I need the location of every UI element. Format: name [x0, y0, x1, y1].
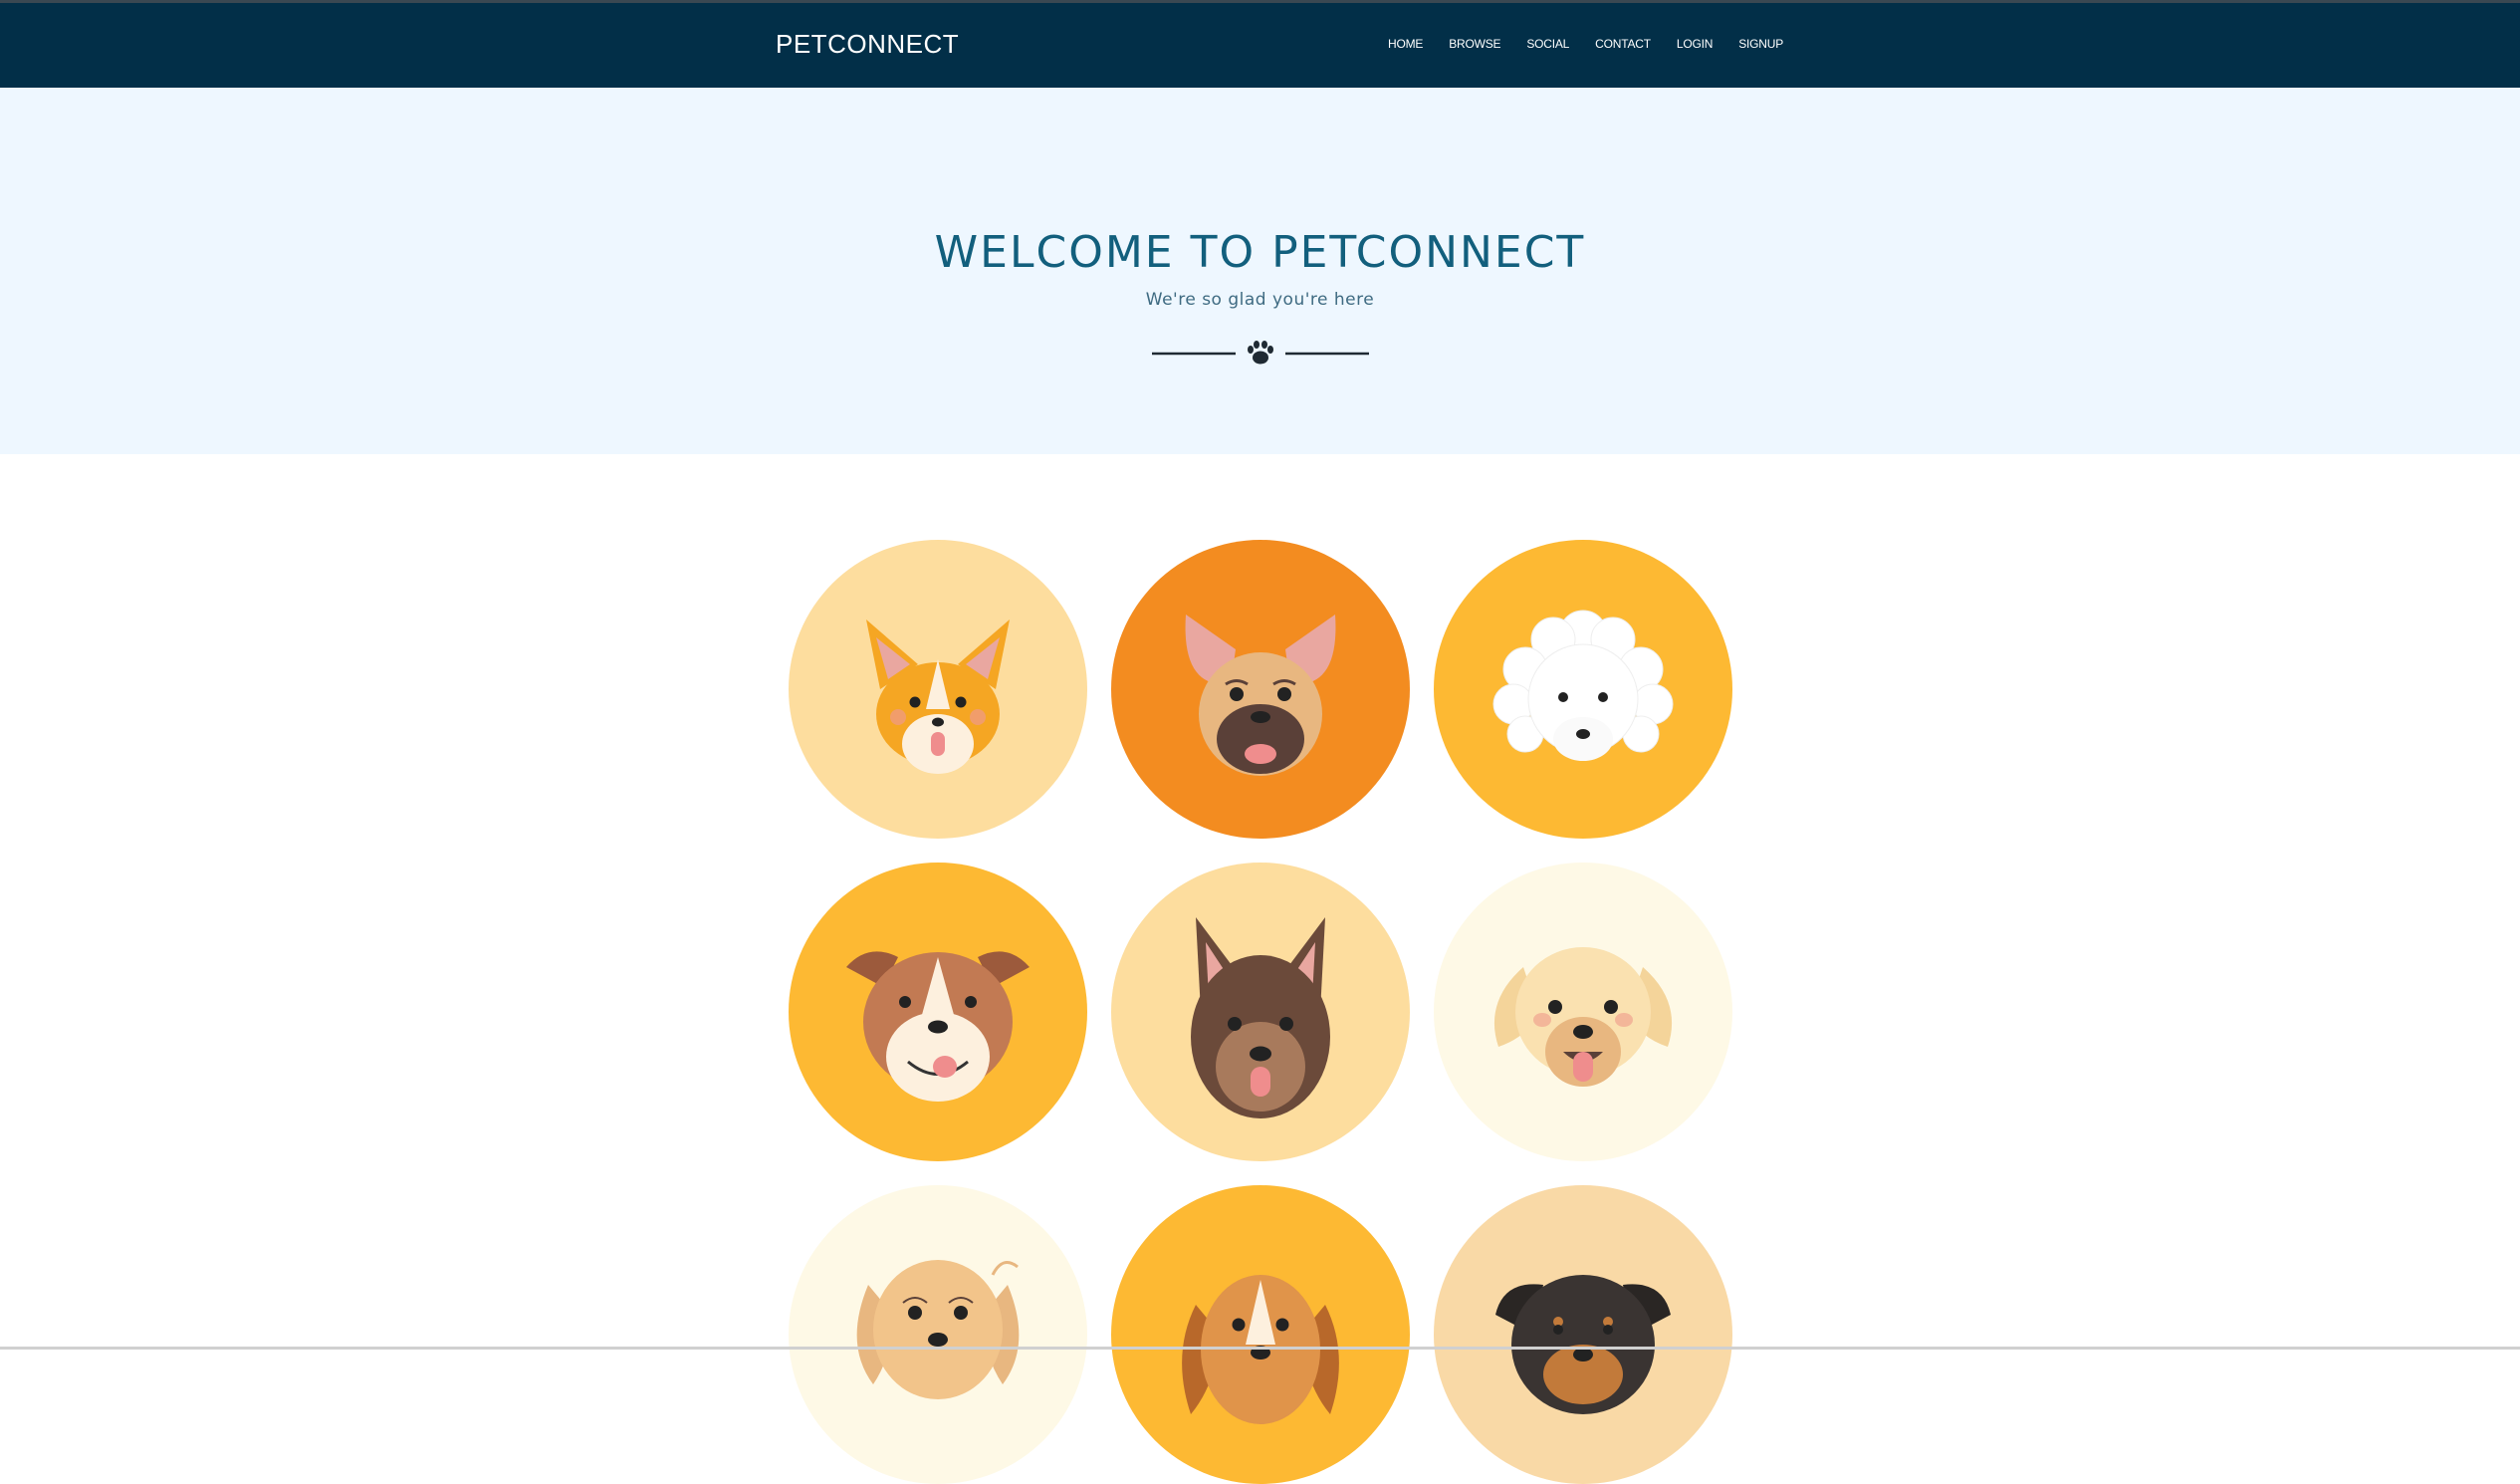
nav-contact-link[interactable]: CONTACT	[1595, 37, 1651, 51]
beagle-icon	[1111, 1185, 1410, 1484]
cocker-spaniel-icon	[789, 1185, 1087, 1484]
divider-ornament	[1152, 341, 1369, 365]
rottweiler-icon	[1434, 1185, 1732, 1484]
gallery-tile-corgi[interactable]	[789, 540, 1087, 839]
poodle-icon	[1434, 540, 1732, 839]
gallery-tile-beagle[interactable]	[1111, 1185, 1410, 1484]
navbar: PETCONNECT HOME BROWSE SOCIAL CONTACT LO…	[0, 3, 2520, 88]
german-shepherd-icon	[1111, 863, 1410, 1161]
gallery-tile-rottweiler[interactable]	[1434, 1185, 1732, 1484]
hero-section: WELCOME TO PETCONNECT We're so glad you'…	[0, 88, 2520, 454]
gallery-tile-poodle[interactable]	[1434, 540, 1732, 839]
corgi-icon	[789, 540, 1087, 839]
nav-signup-link[interactable]: SIGNUP	[1738, 37, 1783, 51]
nav-home-link[interactable]: HOME	[1388, 37, 1423, 51]
golden-retriever-icon	[1434, 863, 1732, 1161]
gallery-tile-bulldog[interactable]	[789, 863, 1087, 1161]
page-title: WELCOME TO PETCONNECT	[934, 227, 1586, 278]
gallery-tile-french-bulldog[interactable]	[1111, 540, 1410, 839]
nav-browse-link[interactable]: BROWSE	[1449, 37, 1500, 51]
gallery-tile-golden-retriever[interactable]	[1434, 863, 1732, 1161]
paw-icon	[1248, 341, 1273, 365]
gallery-tile-german-shepherd[interactable]	[1111, 863, 1410, 1161]
nav-social-link[interactable]: SOCIAL	[1526, 37, 1569, 51]
french-bulldog-icon	[1111, 540, 1410, 839]
bulldog-icon	[789, 863, 1087, 1161]
brand-logo[interactable]: PETCONNECT	[776, 29, 959, 60]
gallery-tile-cocker-spaniel[interactable]	[789, 1185, 1087, 1484]
nav-menu: HOME BROWSE SOCIAL CONTACT LOGIN SIGNUP	[1388, 37, 1809, 51]
page-subtitle: We're so glad you're here	[1145, 290, 1375, 310]
nav-login-link[interactable]: LOGIN	[1677, 37, 1714, 51]
